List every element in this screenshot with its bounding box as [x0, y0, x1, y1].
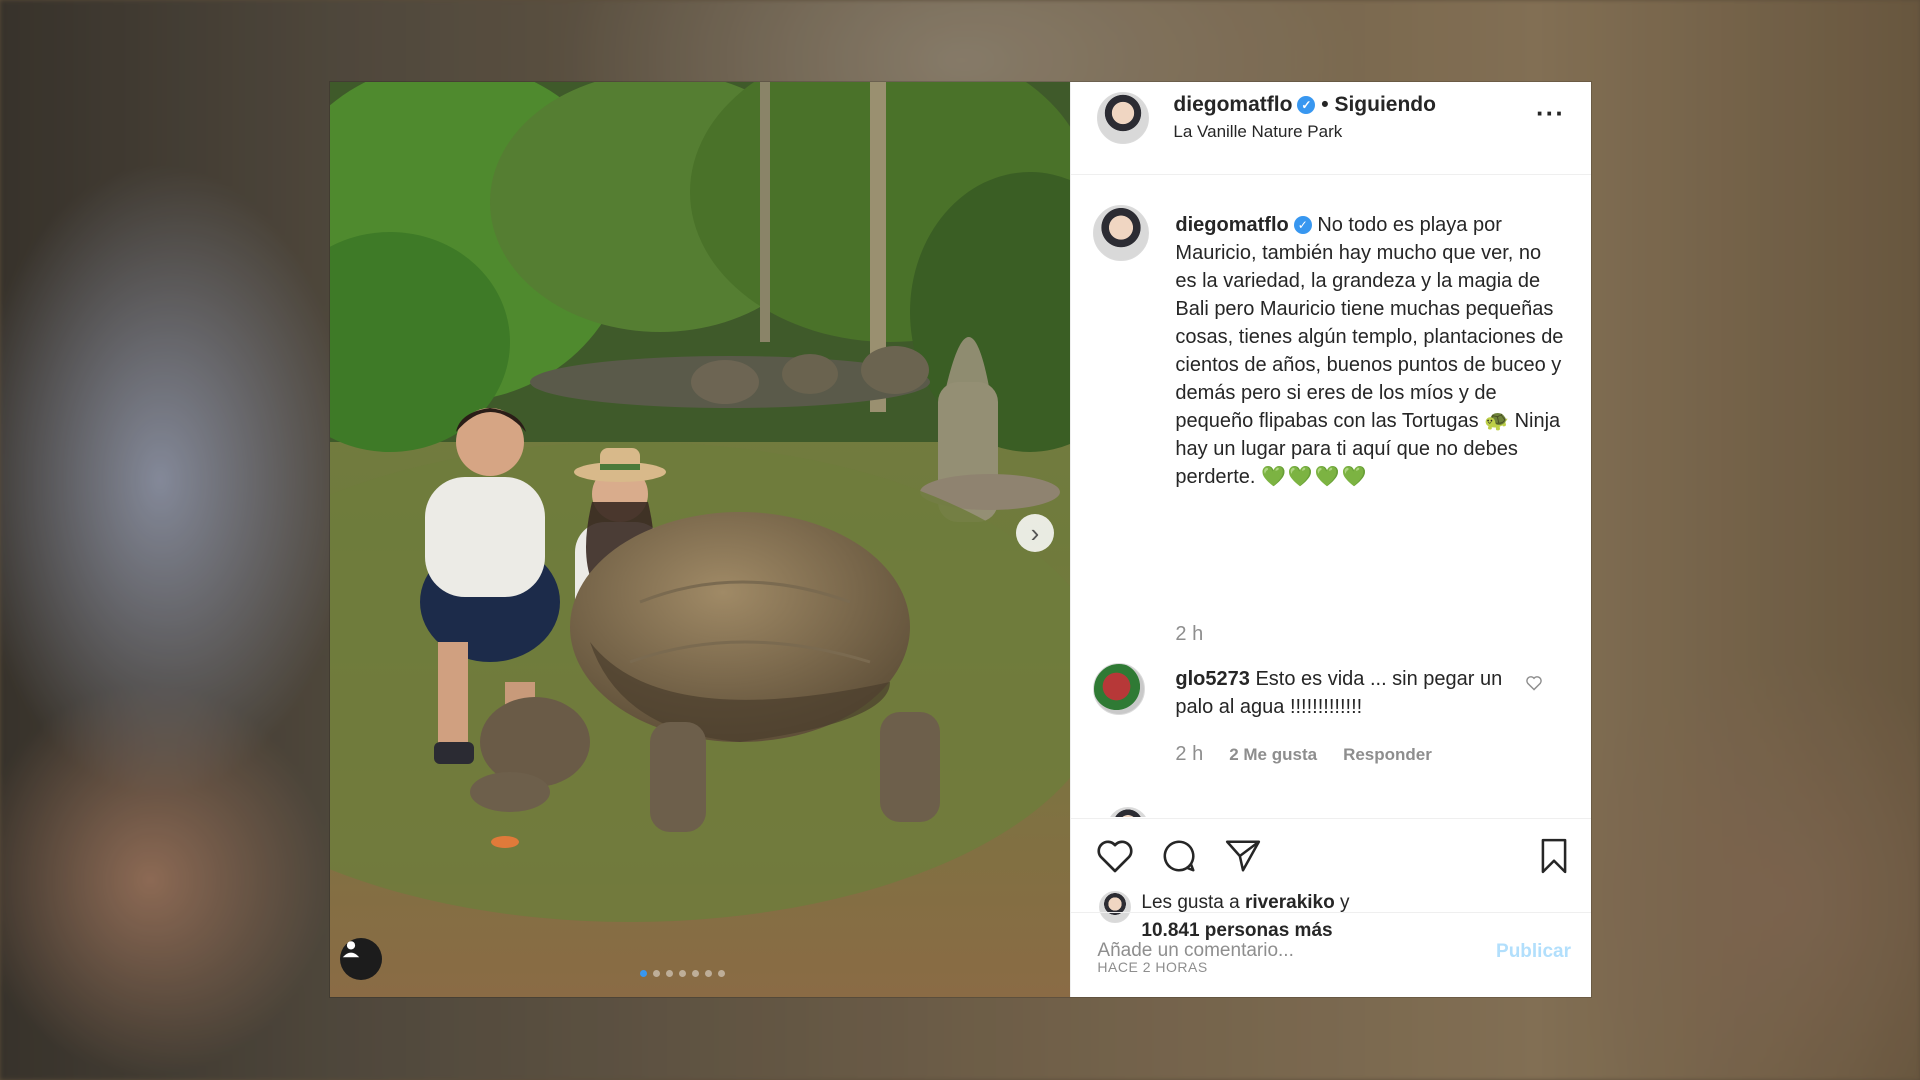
tagged-users-button[interactable]	[340, 938, 382, 980]
user-tag-icon	[342, 941, 360, 958]
more-options-button[interactable]: ···	[1536, 98, 1565, 129]
publish-button[interactable]: Publicar	[1496, 941, 1571, 963]
likes-joiner: y	[1340, 892, 1350, 913]
verified-badge-icon: ✓	[1293, 216, 1312, 234]
comment-username[interactable]: glo5273	[1175, 668, 1249, 690]
more-horizontal-icon: ···	[1536, 98, 1565, 128]
instagram-post-card: › diegomatflo ✓ • Siguiendo La Vanille N…	[330, 82, 1591, 997]
comment-like-button[interactable]	[1525, 675, 1543, 696]
comment-input[interactable]	[1095, 939, 1460, 963]
comment-likes-count[interactable]: 2 Me gusta	[1229, 745, 1317, 765]
post-header: diegomatflo ✓ • Siguiendo La Vanille Natu…	[1071, 82, 1591, 175]
caption-time: 2 h	[1175, 623, 1204, 645]
separator: •	[1321, 93, 1329, 116]
post-location[interactable]: La Vanille Nature Park	[1173, 122, 1342, 142]
add-comment-bar: Publicar	[1071, 912, 1591, 998]
comments-section[interactable]: diegomatflo ✓ No todo es playa por Mauric…	[1071, 175, 1591, 817]
comment-meta: 2 h 2 Me gusta Responder	[1175, 743, 1431, 766]
caption-text: No todo es playa por Mauricio, también h…	[1175, 214, 1564, 488]
action-icons	[1095, 837, 1263, 875]
heart-icon[interactable]	[1095, 837, 1135, 875]
verified-badge-icon: ✓	[1297, 96, 1316, 114]
author-avatar[interactable]	[1097, 92, 1150, 144]
carousel-dot	[705, 970, 712, 977]
comment: glo5273 Esto es vida ... sin pegar un pa…	[1175, 665, 1515, 721]
carousel-dot	[640, 970, 647, 977]
photo-illustration	[330, 82, 1071, 997]
share-icon[interactable]	[1223, 837, 1263, 875]
carousel-dot	[653, 970, 660, 977]
carousel-dot	[718, 970, 725, 977]
post-photo[interactable]: ›	[330, 82, 1071, 997]
commenter-avatar[interactable]	[1093, 663, 1146, 715]
post-caption: diegomatflo ✓ No todo es playa por Mauric…	[1175, 211, 1565, 491]
reply-button[interactable]: Responder	[1343, 745, 1432, 765]
heart-outline-icon	[1526, 676, 1542, 691]
caption-hearts: 💚💚💚💚	[1261, 466, 1369, 488]
likes-prefix: Les gusta a	[1141, 892, 1240, 913]
bookmark-icon	[1541, 838, 1567, 874]
carousel-indicator	[640, 970, 725, 977]
chevron-right-icon: ›	[1030, 518, 1040, 548]
next-comment-avatar[interactable]	[1107, 807, 1150, 817]
caption-author-avatar[interactable]	[1093, 205, 1150, 261]
author-username[interactable]: diegomatflo	[1173, 93, 1292, 116]
carousel-dot	[666, 970, 673, 977]
post-side-panel: diegomatflo ✓ • Siguiendo La Vanille Natu…	[1070, 82, 1591, 997]
save-button[interactable]	[1537, 837, 1571, 875]
comment-time: 2 h	[1175, 743, 1204, 765]
author-line: diegomatflo ✓ • Siguiendo	[1173, 93, 1436, 117]
follow-status-button[interactable]: Siguiendo	[1334, 93, 1436, 116]
comment-icon[interactable]	[1159, 837, 1199, 875]
caption-username[interactable]: diegomatflo	[1175, 214, 1288, 236]
carousel-dot	[679, 970, 686, 977]
carousel-dot	[692, 970, 699, 977]
liker-username[interactable]: riverakiko	[1245, 892, 1335, 913]
carousel-next-button[interactable]: ›	[1016, 514, 1054, 552]
